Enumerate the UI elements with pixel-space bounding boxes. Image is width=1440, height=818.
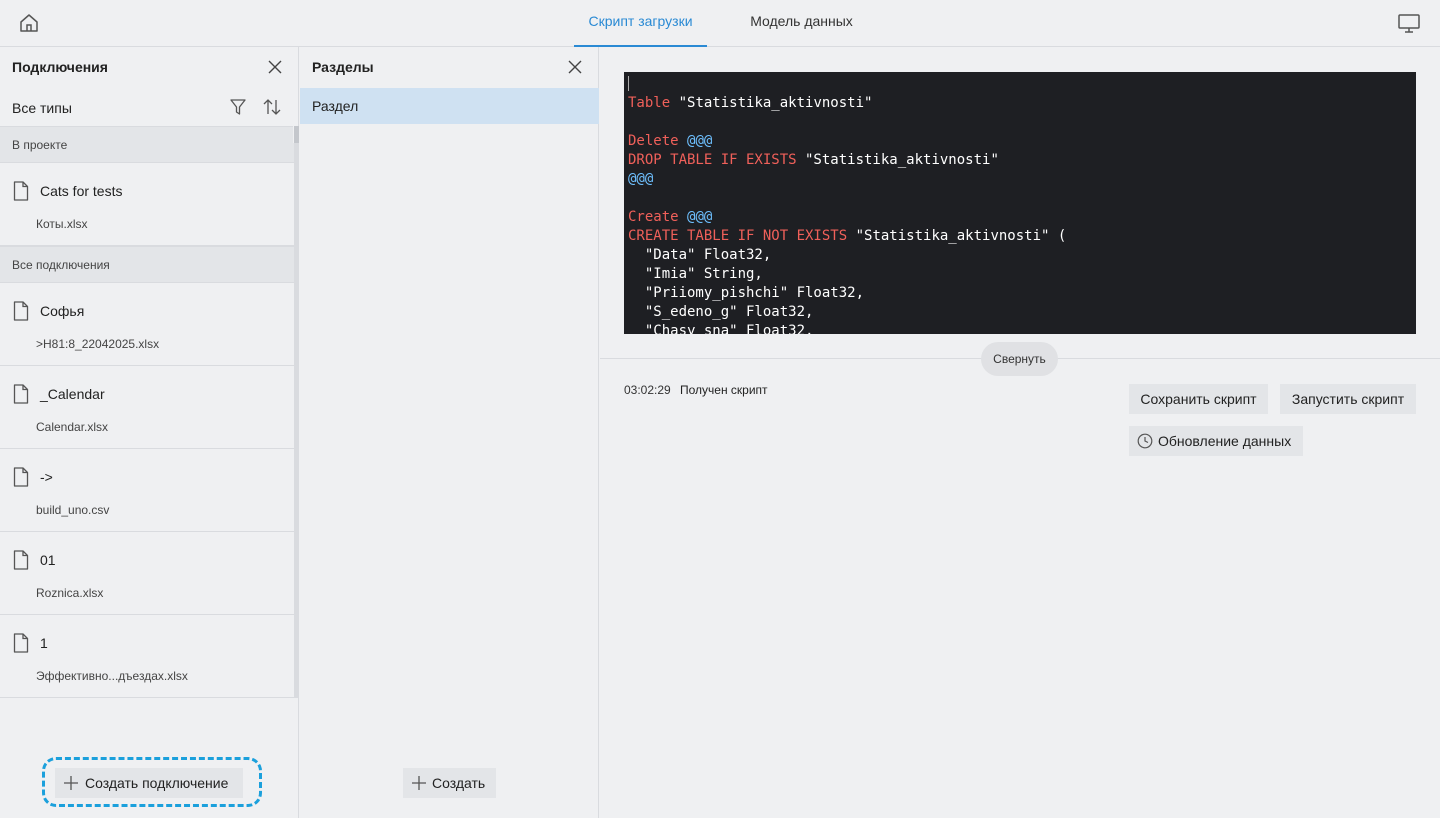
- code-line: DROP TABLE IF EXISTS "Statistika_aktivno…: [628, 152, 999, 168]
- sections-panel: Разделы Раздел Создать: [300, 47, 599, 818]
- code-line: "Data" Float32,: [628, 247, 772, 263]
- file-icon: [13, 550, 29, 570]
- code-line: Table "Statistika_aktivnosti": [628, 95, 873, 111]
- create-connection-label: Создать подключение: [85, 775, 229, 791]
- connection-item[interactable]: Cats for tests Коты.xlsx: [0, 163, 294, 246]
- tab-data-model[interactable]: Модель данных: [732, 0, 871, 47]
- connection-file: build_uno.csv: [36, 503, 110, 517]
- sort-icon[interactable]: [262, 98, 282, 116]
- connection-name: Софья: [40, 303, 85, 319]
- connection-item[interactable]: -> build_uno.csv: [0, 449, 294, 532]
- create-section-button[interactable]: Создать: [403, 768, 496, 798]
- connection-name: _Calendar: [40, 386, 105, 402]
- type-filter-label[interactable]: Все типы: [12, 100, 72, 116]
- save-script-button[interactable]: Сохранить скрипт: [1129, 384, 1268, 414]
- script-editor[interactable]: Table "Statistika_aktivnosti" Delete @@@…: [624, 72, 1416, 334]
- connection-file: Коты.xlsx: [36, 217, 88, 231]
- code-line: "Priiomy_pishchi" Float32,: [628, 285, 865, 301]
- group-header-project: В проекте: [0, 126, 294, 163]
- script-panel: Table "Statistika_aktivnosti" Delete @@@…: [600, 47, 1440, 818]
- plus-icon: [412, 776, 426, 790]
- code-line: "Imia" String,: [628, 266, 763, 282]
- connections-scroll-thumb[interactable]: [294, 126, 299, 143]
- close-connections-icon[interactable]: [267, 59, 283, 75]
- file-icon: [13, 301, 29, 321]
- connection-file: >H81:8_22042025.xlsx: [36, 337, 160, 351]
- connection-file: Calendar.xlsx: [36, 420, 109, 434]
- create-connection-button[interactable]: Создать подключение: [55, 768, 243, 798]
- code-line: CREATE TABLE IF NOT EXISTS "Statistika_a…: [628, 228, 1067, 244]
- connection-name: 01: [40, 552, 56, 568]
- top-bar: Скрипт загрузки Модель данных: [0, 0, 1440, 47]
- connection-item[interactable]: Софья >H81:8_22042025.xlsx: [0, 283, 294, 366]
- run-script-button[interactable]: Запустить скрипт: [1280, 384, 1416, 414]
- connections-scrollbar[interactable]: [293, 126, 299, 143]
- clock-icon: [1137, 433, 1153, 449]
- connections-list: В проекте Cats for tests Коты.xlsx Все п…: [0, 126, 294, 698]
- script-code: Table "Statistika_aktivnosti" Delete @@@…: [628, 75, 1416, 334]
- connection-name: ->: [40, 469, 53, 485]
- code-line: "Chasy_sna" Float32,: [628, 323, 814, 334]
- code-line: @@@: [628, 171, 654, 187]
- code-line: "S_edeno_g" Float32,: [628, 304, 814, 320]
- code-line: Delete @@@: [628, 133, 713, 149]
- monitor-button[interactable]: [1397, 12, 1423, 34]
- connections-scrollbar-track[interactable]: [294, 143, 299, 698]
- plus-icon: [64, 776, 78, 790]
- file-icon: [13, 633, 29, 653]
- refresh-data-label: Обновление данных: [1158, 433, 1292, 449]
- filter-icon[interactable]: [229, 98, 247, 116]
- connections-filter-row: Все типы: [0, 87, 298, 127]
- create-section-label: Создать: [432, 775, 486, 791]
- connection-name: Cats for tests: [40, 183, 123, 199]
- connection-item[interactable]: 01 Roznica.xlsx: [0, 532, 294, 615]
- refresh-data-button[interactable]: Обновление данных: [1129, 426, 1303, 456]
- home-button[interactable]: [18, 12, 42, 34]
- file-icon: [13, 181, 29, 201]
- home-icon: [20, 14, 38, 32]
- monitor-icon: [1398, 14, 1420, 33]
- connections-title: Подключения: [12, 59, 108, 75]
- text-caret: [628, 76, 629, 91]
- collapse-button[interactable]: Свернуть: [981, 342, 1058, 376]
- log-message: Получен скрипт: [680, 383, 768, 397]
- connection-name: 1: [40, 635, 48, 651]
- connection-item[interactable]: 1 Эффективно...дъездах.xlsx: [0, 615, 294, 698]
- code-line: Create @@@: [628, 209, 713, 225]
- sections-title: Разделы: [312, 59, 374, 75]
- connections-header: Подключения: [0, 47, 298, 87]
- connection-item[interactable]: _Calendar Calendar.xlsx: [0, 366, 294, 449]
- section-item[interactable]: Раздел: [300, 88, 599, 124]
- tab-load-script[interactable]: Скрипт загрузки: [574, 0, 707, 47]
- file-icon: [13, 384, 29, 404]
- sections-header: Разделы: [300, 47, 598, 87]
- connection-file: Эффективно...дъездах.xlsx: [36, 669, 188, 683]
- connection-file: Roznica.xlsx: [36, 586, 104, 600]
- group-header-all: Все подключения: [0, 246, 294, 283]
- close-sections-icon[interactable]: [567, 59, 583, 75]
- log-time: 03:02:29: [624, 383, 671, 397]
- file-icon: [13, 467, 29, 487]
